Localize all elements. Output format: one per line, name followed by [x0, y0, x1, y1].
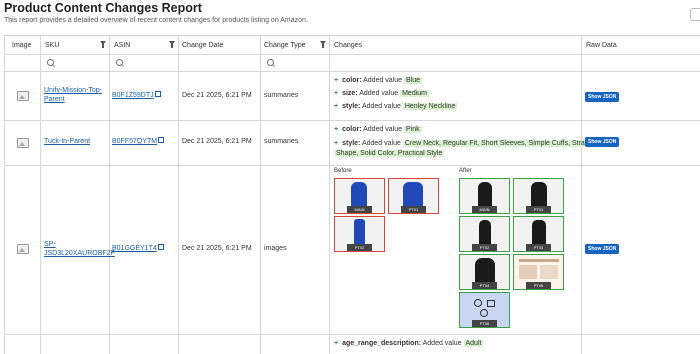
before-label: Before — [334, 168, 352, 174]
report-header: Product Content Changes Report This repo… — [4, 1, 308, 26]
after-image-thumbnail[interactable]: PT06 — [459, 292, 510, 328]
asin-search-icon[interactable] — [116, 59, 123, 66]
side-panel-toggle[interactable] — [690, 8, 700, 21]
change-item: + color: Added value Blue — [334, 77, 422, 84]
change-date: Dec 21 2025, 6:21 PM — [182, 92, 252, 99]
page-subtitle: This report provides a detailed overview… — [4, 17, 308, 24]
asin-link[interactable]: B0F1Z59DTJ — [112, 92, 154, 99]
header-changes: Changes — [334, 42, 363, 49]
external-link-icon[interactable] — [157, 244, 164, 250]
before-image-thumbnail[interactable]: MAIN — [334, 178, 385, 214]
change-type: summaries — [264, 138, 299, 145]
external-link-icon[interactable] — [154, 91, 161, 97]
after-image-thumbnail[interactable]: PT05 — [513, 254, 564, 290]
sku-search-icon[interactable] — [47, 59, 54, 66]
changes-table: Image SKU ASIN Change Date Change Type C… — [4, 35, 700, 354]
product-image-placeholder-icon — [17, 138, 29, 148]
header-sku[interactable]: SKU — [45, 42, 59, 49]
filter-icon[interactable] — [100, 41, 106, 48]
after-image-thumbnail[interactable]: PT01 — [513, 178, 564, 214]
product-image-placeholder-icon — [17, 91, 29, 101]
asin-link[interactable]: B01GGEY1T4 — [112, 245, 157, 252]
show-json-button[interactable]: Show JSON — [585, 92, 620, 102]
before-image-thumbnail[interactable]: PT02 — [334, 216, 385, 252]
after-image-thumbnail[interactable]: PT03 — [513, 216, 564, 252]
after-image-thumbnail[interactable]: PT04 — [459, 254, 510, 290]
header-change-type[interactable]: Change Type — [264, 42, 306, 49]
change-item: + color: Added value Pink — [334, 126, 422, 133]
filter-icon[interactable] — [320, 41, 326, 48]
product-image-placeholder-icon — [17, 244, 29, 254]
page-title: Product Content Changes Report — [4, 1, 202, 15]
asin-cell[interactable]: B01GGEY1T4 — [112, 244, 164, 253]
sku-link[interactable]: Tuck-In-Parent — [44, 137, 90, 146]
change-type: images — [264, 245, 287, 252]
header-asin[interactable]: ASIN — [114, 42, 130, 49]
sku-link[interactable]: Unify-Mission-Top-Parent — [44, 86, 106, 104]
type-search-icon[interactable] — [267, 59, 274, 66]
after-image-thumbnail[interactable]: PT02 — [459, 216, 510, 252]
external-link-icon[interactable] — [158, 137, 165, 143]
show-json-button[interactable]: Show JSON — [585, 244, 620, 254]
header-change-date[interactable]: Change Date — [182, 42, 223, 49]
asin-link[interactable]: B0FF57QYTM — [112, 138, 157, 145]
sku-link[interactable]: SP-JSD3L20XAUROBF2F — [44, 240, 115, 258]
change-item: + style: Added value Henley Neckline — [334, 103, 458, 110]
asin-cell[interactable]: B0F1Z59DTJ — [112, 91, 161, 100]
change-date: Dec 21 2025, 6:21 PM — [182, 138, 252, 145]
before-image-thumbnail[interactable]: PT01 — [388, 178, 439, 214]
change-item: + style: Added value Crew Neck, Regular F… — [334, 140, 599, 147]
show-json-button[interactable]: Show JSON — [585, 137, 620, 147]
change-item: + age_range_description: Added value Adul… — [334, 340, 484, 347]
after-label: After — [459, 168, 472, 174]
header-raw-data: Raw Data — [586, 42, 617, 49]
asin-cell[interactable]: B0FF57QYTM — [112, 137, 165, 146]
change-item: + size: Added value Medium — [334, 90, 429, 97]
change-date: Dec 21 2025, 6:21 PM — [182, 245, 252, 252]
after-image-thumbnail[interactable]: MAIN — [459, 178, 510, 214]
filter-icon[interactable] — [169, 41, 175, 48]
header-image: Image — [12, 42, 32, 49]
filter-row — [4, 54, 700, 72]
change-type: summaries — [264, 92, 299, 99]
change-item-continued: Shape, Solid Color, Practical Style — [334, 150, 445, 157]
